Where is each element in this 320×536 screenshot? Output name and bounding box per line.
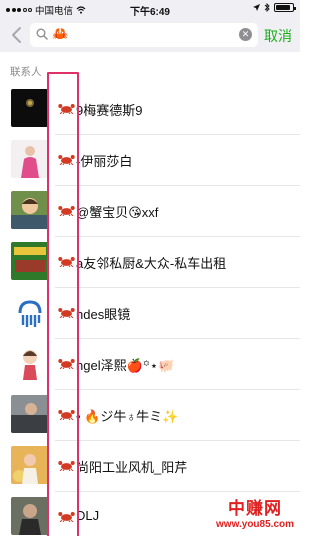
watermark: 中赚网 www.you85.com bbox=[216, 494, 294, 530]
status-bar: 中国电信 下午6:49 bbox=[0, 0, 300, 18]
location-icon bbox=[253, 4, 260, 11]
avatar bbox=[11, 395, 49, 433]
avatar bbox=[11, 344, 49, 382]
cancel-button[interactable]: 取消 bbox=[264, 26, 292, 46]
highlight-box bbox=[47, 72, 79, 536]
avatar bbox=[11, 89, 49, 127]
back-chevron-icon[interactable] bbox=[8, 24, 26, 46]
contact-row[interactable]: @蟹宝贝😘xxf bbox=[0, 186, 300, 237]
contact-row[interactable]: 尚阳工业风机_阳芹 bbox=[0, 441, 300, 492]
avatar bbox=[11, 191, 49, 229]
contact-name: a友邻私厨&大众-私车出租 bbox=[76, 256, 227, 271]
contact-row[interactable]: ndes眼镜 bbox=[0, 288, 300, 339]
bluetooth-icon bbox=[264, 3, 270, 12]
contact-name: -伊丽莎白 bbox=[76, 154, 133, 169]
contact-name: 9梅赛德斯9 bbox=[76, 103, 143, 118]
search-header: 🦀 ✕ 取消 bbox=[0, 18, 300, 52]
contact-row[interactable]: • 🔥ジ牛♁牛ミ✨ bbox=[0, 390, 300, 441]
status-right bbox=[253, 3, 296, 12]
avatar bbox=[11, 242, 49, 280]
clear-icon[interactable]: ✕ bbox=[239, 28, 252, 41]
battery-icon bbox=[274, 3, 296, 12]
contact-list: 9梅赛德斯9 -伊丽莎白 @蟹宝贝😘xxf a友邻私厨&大众-私车出租 ndes… bbox=[0, 84, 300, 536]
watermark-title: 中赚网 bbox=[228, 499, 282, 518]
avatar bbox=[11, 497, 49, 535]
contact-name: DLJ bbox=[76, 508, 100, 523]
contact-name: ngel泽熙🍎꙳⋆🐖 bbox=[76, 358, 175, 373]
avatar bbox=[11, 140, 49, 178]
contact-row[interactable]: 9梅赛德斯9 bbox=[0, 84, 300, 135]
contact-row[interactable]: ngel泽熙🍎꙳⋆🐖 bbox=[0, 339, 300, 390]
section-label-contacts: 联系人 bbox=[10, 66, 42, 78]
avatar bbox=[11, 293, 49, 331]
contact-name: ndes眼镜 bbox=[76, 307, 131, 322]
contact-name: 尚阳工业风机_阳芹 bbox=[76, 460, 188, 475]
contact-name: • 🔥ジ牛♁牛ミ✨ bbox=[76, 409, 179, 424]
contact-name: @蟹宝贝😘xxf bbox=[76, 205, 159, 220]
search-icon bbox=[36, 28, 48, 40]
contact-row[interactable]: a友邻私厨&大众-私车出租 bbox=[0, 237, 300, 288]
avatar bbox=[11, 446, 49, 484]
search-value: 🦀 bbox=[52, 26, 69, 41]
watermark-url: www.you85.com bbox=[216, 519, 294, 530]
contact-row[interactable]: -伊丽莎白 bbox=[0, 135, 300, 186]
search-input[interactable]: 🦀 ✕ bbox=[30, 23, 258, 47]
